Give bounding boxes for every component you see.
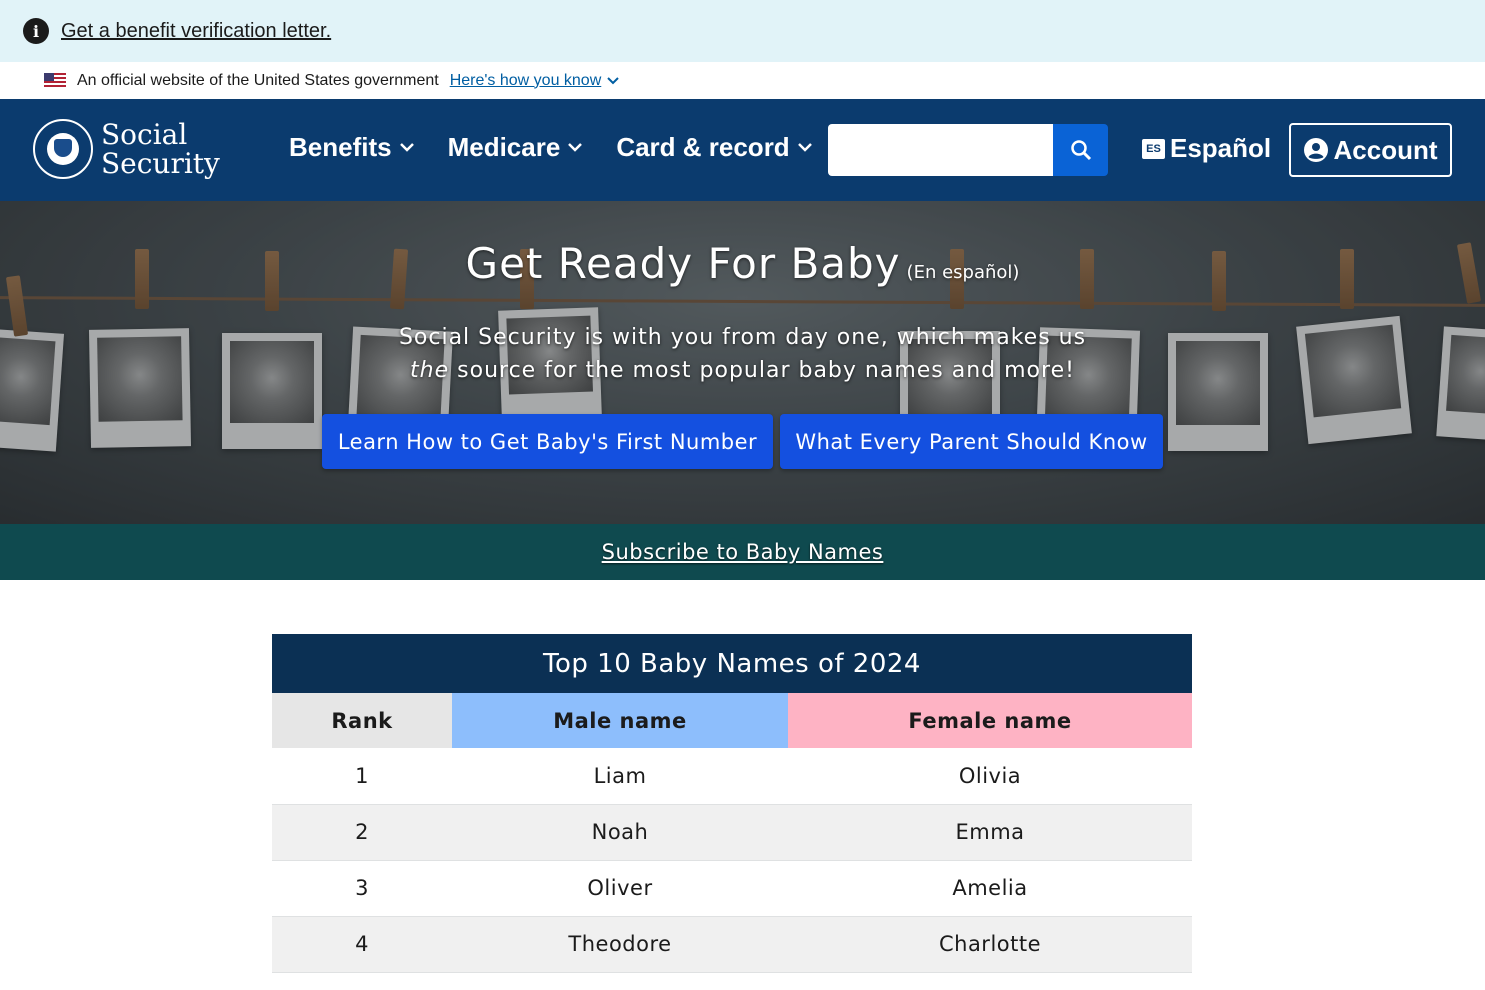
nav-medicare-label: Medicare bbox=[447, 132, 561, 162]
nav-benefits-label: Benefits bbox=[289, 132, 392, 162]
hero-banner: Get Ready For Baby (En español) Social Se… bbox=[0, 201, 1485, 524]
rank-cell: 3 bbox=[355, 876, 369, 900]
female-name-cell: Emma bbox=[955, 820, 1025, 844]
female-name-cell: Olivia bbox=[958, 763, 1022, 788]
search-icon bbox=[1070, 140, 1091, 161]
nav-benefits[interactable]: Benefits bbox=[289, 132, 414, 163]
logo-line2: Security bbox=[101, 147, 220, 180]
how-you-know-label: Here's how you know bbox=[449, 71, 602, 89]
subscribe-strip: Subscribe to Baby Names bbox=[0, 524, 1485, 580]
benefit-letter-link[interactable]: Get a benefit verification letter. bbox=[61, 20, 331, 43]
table-header-row: Rank Male name Female name bbox=[272, 693, 1192, 748]
account-label: Account bbox=[1333, 134, 1438, 165]
info-icon: i bbox=[23, 18, 49, 44]
espanol-link[interactable]: ES Español bbox=[1142, 133, 1271, 164]
rank-cell: 2 bbox=[355, 820, 369, 844]
es-language-icon: ES bbox=[1142, 138, 1165, 159]
table-caption: Top 10 Baby Names of 2024 bbox=[543, 648, 921, 679]
logo-line1: Social bbox=[101, 118, 188, 151]
male-name-cell: Oliver bbox=[587, 876, 653, 900]
male-name-cell: Theodore bbox=[568, 932, 672, 956]
female-name-cell: Charlotte bbox=[938, 932, 1042, 956]
nav-medicare[interactable]: Medicare bbox=[448, 132, 583, 163]
chevron-down-icon bbox=[568, 143, 583, 152]
hero-subtitle-rest: source for the most popular baby names a… bbox=[449, 358, 1075, 383]
us-flag-icon bbox=[44, 72, 66, 89]
table-caption-row: Top 10 Baby Names of 2024 bbox=[272, 634, 1192, 693]
gov-banner: An official website of the United States… bbox=[0, 62, 1485, 99]
male-name-cell: Noah bbox=[591, 820, 649, 844]
chevron-down-icon bbox=[607, 76, 619, 84]
search-input[interactable] bbox=[828, 124, 1053, 176]
ssa-seal-icon bbox=[33, 119, 93, 179]
logo-text: Social Security bbox=[101, 120, 220, 178]
table-row: 3 Oliver Amelia bbox=[272, 860, 1192, 916]
hero-subtitle-emph: the bbox=[410, 358, 450, 383]
site-header: Social Security Benefits Medicare Card &… bbox=[0, 99, 1485, 201]
female-name-header: Female name bbox=[788, 693, 1192, 748]
nav-card-record-label: Card & record bbox=[616, 132, 790, 162]
chevron-down-icon bbox=[797, 143, 812, 152]
main-nav: Benefits Medicare Card & record bbox=[289, 132, 846, 163]
hero-subtitle-line2: the source for the most popular baby nam… bbox=[0, 354, 1485, 387]
table-row: 1 Liam Olivia bbox=[272, 748, 1192, 804]
en-espanol-link[interactable]: (En español) bbox=[907, 262, 1020, 283]
search-button[interactable] bbox=[1053, 124, 1108, 176]
espanol-label: Español bbox=[1170, 133, 1272, 163]
male-name-header: Male name bbox=[452, 693, 788, 748]
user-circle-icon bbox=[1303, 138, 1328, 162]
table-row: 2 Noah Emma bbox=[272, 804, 1192, 860]
ssa-logo[interactable]: Social Security bbox=[33, 119, 220, 179]
top-baby-names-table: Top 10 Baby Names of 2024 Rank Male name… bbox=[272, 634, 1192, 973]
first-number-button[interactable]: Learn How to Get Baby's First Number bbox=[322, 414, 773, 469]
hero-title-text: Get Ready For Baby bbox=[465, 239, 901, 288]
parent-should-know-button[interactable]: What Every Parent Should Know bbox=[780, 414, 1163, 469]
subscribe-link[interactable]: Subscribe to Baby Names bbox=[602, 540, 884, 564]
hero-title: Get Ready For Baby (En español) bbox=[0, 239, 1485, 288]
chevron-down-icon bbox=[399, 143, 414, 152]
female-name-cell: Amelia bbox=[952, 876, 1028, 900]
hero-subtitle: Social Security is with you from day one… bbox=[0, 321, 1485, 387]
nav-card-record[interactable]: Card & record bbox=[616, 132, 812, 163]
gov-banner-text: An official website of the United States… bbox=[77, 71, 439, 89]
how-you-know-link[interactable]: Here's how you know bbox=[450, 72, 620, 90]
rank-header: Rank bbox=[272, 693, 452, 748]
hero-subtitle-line1: Social Security is with you from day one… bbox=[398, 325, 1087, 350]
account-button[interactable]: Account bbox=[1289, 123, 1452, 177]
search-form bbox=[828, 124, 1108, 176]
rank-cell: 4 bbox=[355, 932, 369, 956]
male-name-cell: Liam bbox=[593, 763, 647, 788]
rank-cell: 1 bbox=[355, 763, 369, 788]
table-row: 4 Theodore Charlotte bbox=[272, 916, 1192, 972]
alert-banner: i Get a benefit verification letter. bbox=[0, 0, 1485, 62]
